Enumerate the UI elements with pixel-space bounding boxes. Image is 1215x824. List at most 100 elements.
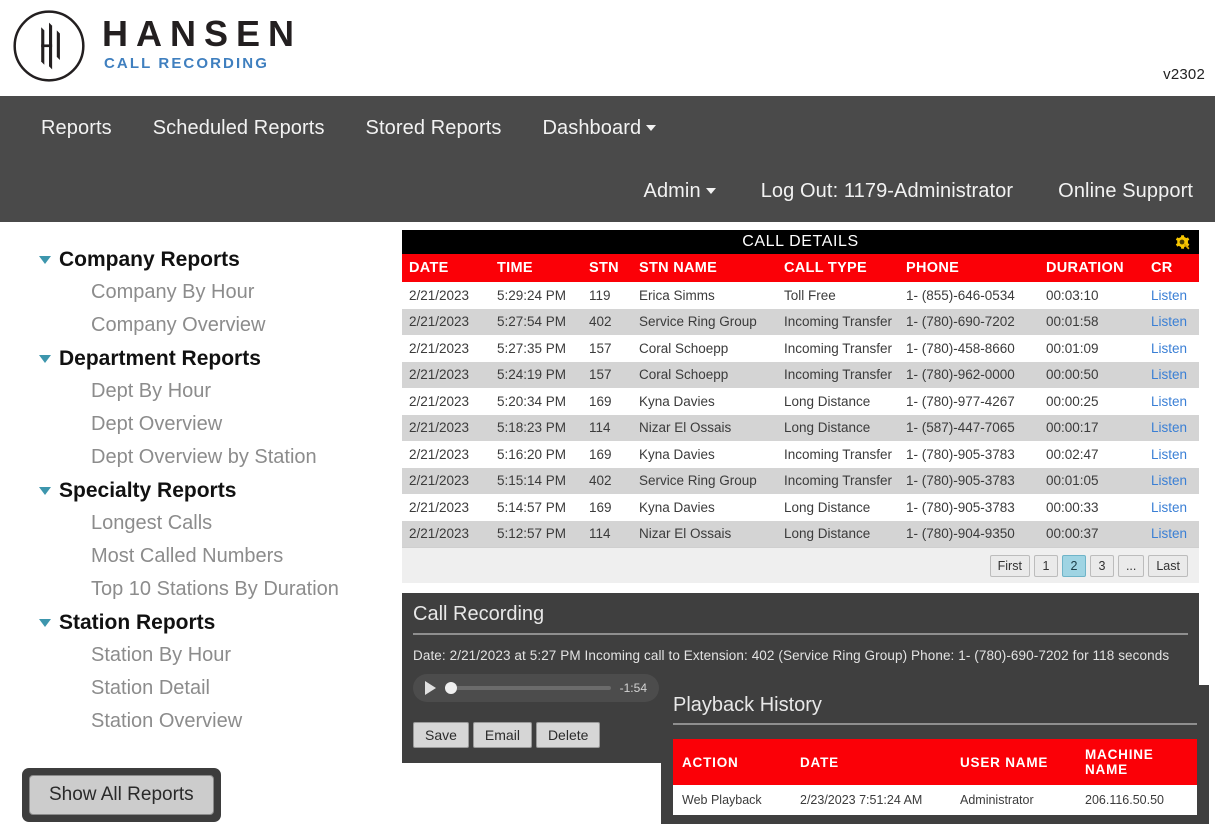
brand-logo[interactable]: HANSEN CALL RECORDING — [10, 7, 302, 85]
listen-link[interactable]: Listen — [1151, 447, 1187, 462]
listen-link[interactable]: Listen — [1151, 367, 1187, 382]
cell-duration: 00:00:50 — [1039, 362, 1144, 389]
nav-item-scheduled-reports[interactable]: Scheduled Reports — [153, 111, 325, 146]
triangle-expanded-icon[interactable] — [39, 355, 51, 363]
column-header-phone[interactable]: PHONE — [899, 254, 1039, 282]
cell-phone[interactable]: 1- (780)-962-0000 — [899, 362, 1039, 389]
sidebar-item-station-by-hour[interactable]: Station By Hour — [0, 639, 400, 672]
cell-cr[interactable]: Listen — [1144, 521, 1199, 548]
table-row[interactable]: 2/21/20235:16:20 PM169Kyna DaviesIncomin… — [402, 441, 1199, 468]
sidebar-item-dept-by-hour[interactable]: Dept By Hour — [0, 375, 400, 408]
sidebar-group-company-reports[interactable]: Company Reports — [0, 243, 400, 276]
cell-phone[interactable]: 1- (780)-905-3783 — [899, 494, 1039, 521]
cell-phone[interactable]: 1- (780)-905-3783 — [899, 441, 1039, 468]
nav-item-reports[interactable]: Reports — [41, 111, 112, 146]
cell-cr[interactable]: Listen — [1144, 468, 1199, 495]
nav-action-online-support[interactable]: Online Support — [1058, 174, 1193, 209]
table-row[interactable]: 2/21/20235:27:35 PM157Coral SchoeppIncom… — [402, 335, 1199, 362]
cell-cr[interactable]: Listen — [1144, 282, 1199, 309]
column-header-date[interactable]: DATE — [402, 254, 490, 282]
gear-icon[interactable] — [1173, 233, 1191, 251]
sidebar-item-station-overview[interactable]: Station Overview — [0, 705, 400, 738]
column-header-stn[interactable]: STN — [582, 254, 632, 282]
table-row[interactable]: 2/21/20235:18:23 PM114Nizar El OssaisLon… — [402, 415, 1199, 442]
sidebar-item-dept-overview[interactable]: Dept Overview — [0, 408, 400, 441]
sidebar-item-company-overview[interactable]: Company Overview — [0, 309, 400, 342]
cell-phone[interactable]: 1- (855)-646-0534 — [899, 282, 1039, 309]
cell-stn: 157 — [582, 335, 632, 362]
nav-item-dashboard[interactable]: Dashboard — [542, 111, 656, 146]
sidebar-item-company-by-hour[interactable]: Company By Hour — [0, 276, 400, 309]
listen-link[interactable]: Listen — [1151, 341, 1187, 356]
table-row[interactable]: 2/21/20235:20:34 PM169Kyna DaviesLong Di… — [402, 388, 1199, 415]
cell-date: 2/21/2023 — [402, 282, 490, 309]
pagination-first[interactable]: First — [990, 555, 1030, 577]
table-row[interactable]: 2/21/20235:12:57 PM114Nizar El OssaisLon… — [402, 521, 1199, 548]
cell-phone[interactable]: 1- (587)-447-7065 — [899, 415, 1039, 442]
cell-call-type: Incoming Transfer — [777, 441, 899, 468]
triangle-expanded-icon[interactable] — [39, 487, 51, 495]
chevron-down-icon — [706, 188, 716, 194]
cell-phone[interactable]: 1- (780)-977-4267 — [899, 388, 1039, 415]
column-header-call-type[interactable]: CALL TYPE — [777, 254, 899, 282]
table-row[interactable]: 2/21/20235:29:24 PM119Erica SimmsToll Fr… — [402, 282, 1199, 309]
sidebar-item-top-10-stations-by-duration[interactable]: Top 10 Stations By Duration — [0, 573, 400, 606]
sidebar-item-dept-overview-by-station[interactable]: Dept Overview by Station — [0, 441, 400, 474]
save-button[interactable]: Save — [413, 722, 469, 748]
pagination-page-1[interactable]: 1 — [1034, 555, 1058, 577]
cell-cr[interactable]: Listen — [1144, 494, 1199, 521]
cell-phone[interactable]: 1- (780)-458-8660 — [899, 335, 1039, 362]
sidebar-group-specialty-reports[interactable]: Specialty Reports — [0, 474, 400, 507]
cell-cr[interactable]: Listen — [1144, 415, 1199, 442]
listen-link[interactable]: Listen — [1151, 394, 1187, 409]
sidebar-group-department-reports[interactable]: Department Reports — [0, 342, 400, 375]
sidebar-group-station-reports[interactable]: Station Reports — [0, 606, 400, 639]
column-header-stn-name[interactable]: STN NAME — [632, 254, 777, 282]
table-row[interactable]: 2/21/20235:24:19 PM157Coral SchoeppIncom… — [402, 362, 1199, 389]
listen-link[interactable]: Listen — [1151, 526, 1187, 541]
pagination-page-2[interactable]: 2 — [1062, 555, 1086, 577]
triangle-expanded-icon[interactable] — [39, 256, 51, 264]
cell-cr[interactable]: Listen — [1144, 388, 1199, 415]
nav-action-log-out-1179-administrator[interactable]: Log Out: 1179-Administrator — [761, 174, 1013, 209]
call-details-header-row: DATETIMESTNSTN NAMECALL TYPEPHONEDURATIO… — [402, 254, 1199, 282]
cell-call-type: Long Distance — [777, 388, 899, 415]
audio-player[interactable]: -1:54 — [413, 674, 659, 702]
table-row[interactable]: 2/21/20235:27:54 PM402Service Ring Group… — [402, 309, 1199, 336]
cell-cr[interactable]: Listen — [1144, 309, 1199, 336]
cell-cr[interactable]: Listen — [1144, 335, 1199, 362]
pagination-last[interactable]: Last — [1148, 555, 1188, 577]
cell-phone[interactable]: 1- (780)-904-9350 — [899, 521, 1039, 548]
play-icon[interactable] — [425, 681, 436, 695]
nav-item-stored-reports[interactable]: Stored Reports — [366, 111, 502, 146]
show-all-reports-button[interactable]: Show All Reports — [29, 775, 214, 815]
pagination-ellipsis[interactable]: ... — [1118, 555, 1144, 577]
cell-cr[interactable]: Listen — [1144, 362, 1199, 389]
nav-action-admin[interactable]: Admin — [644, 174, 716, 209]
cell-stn: 169 — [582, 494, 632, 521]
ph-cell-action: Web Playback — [673, 785, 791, 815]
column-header-duration[interactable]: DURATION — [1039, 254, 1144, 282]
sidebar-item-station-detail[interactable]: Station Detail — [0, 672, 400, 705]
listen-link[interactable]: Listen — [1151, 314, 1187, 329]
table-row[interactable]: 2/21/20235:15:14 PM402Service Ring Group… — [402, 468, 1199, 495]
listen-link[interactable]: Listen — [1151, 473, 1187, 488]
table-row[interactable]: 2/21/20235:14:57 PM169Kyna DaviesLong Di… — [402, 494, 1199, 521]
column-header-cr[interactable]: CR — [1144, 254, 1199, 282]
listen-link[interactable]: Listen — [1151, 420, 1187, 435]
delete-button[interactable]: Delete — [536, 722, 600, 748]
listen-link[interactable]: Listen — [1151, 500, 1187, 515]
cell-phone[interactable]: 1- (780)-690-7202 — [899, 309, 1039, 336]
sidebar-item-longest-calls[interactable]: Longest Calls — [0, 507, 400, 540]
column-header-time[interactable]: TIME — [490, 254, 582, 282]
seek-slider[interactable] — [445, 686, 611, 690]
sidebar-item-most-called-numbers[interactable]: Most Called Numbers — [0, 540, 400, 573]
call-details-title: CALL DETAILS — [742, 233, 859, 250]
cell-cr[interactable]: Listen — [1144, 441, 1199, 468]
triangle-expanded-icon[interactable] — [39, 619, 51, 627]
email-button[interactable]: Email — [473, 722, 532, 748]
pagination-page-3[interactable]: 3 — [1090, 555, 1114, 577]
seek-knob[interactable] — [445, 682, 457, 694]
listen-link[interactable]: Listen — [1151, 288, 1187, 303]
cell-phone[interactable]: 1- (780)-905-3783 — [899, 468, 1039, 495]
